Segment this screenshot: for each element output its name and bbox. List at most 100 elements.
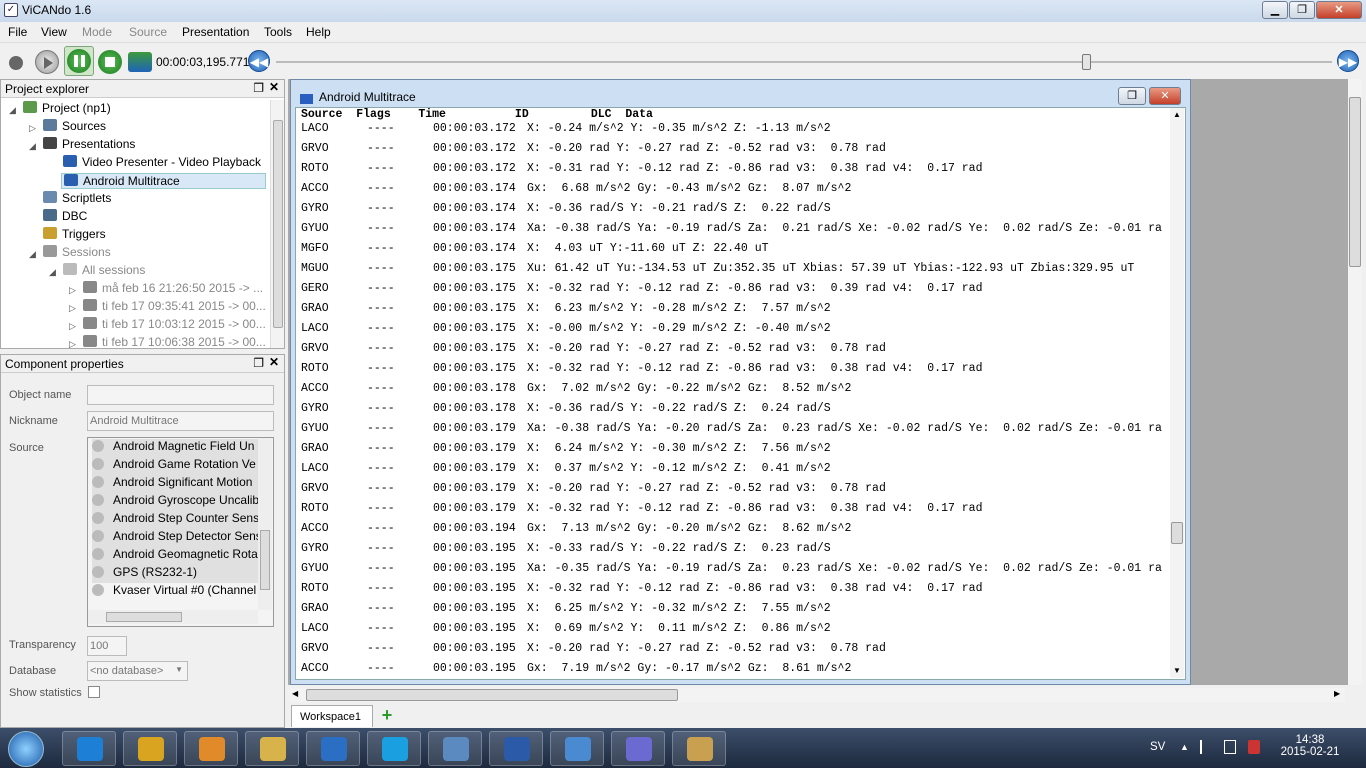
source-list-item[interactable]: Android Magnetic Field Un: [92, 439, 258, 457]
taskbar-button[interactable]: [245, 731, 299, 766]
scroll-down-icon[interactable]: ▼: [1173, 666, 1181, 675]
trace-row[interactable]: GRVO ---- 00:00:03.179 X: -0.20 rad Y: -0.2…: [301, 482, 1169, 502]
show-statistics-checkbox[interactable]: [88, 686, 100, 698]
trace-row[interactable]: GRAO ---- 00:00:03.195 X: 6.25 m/s^2 Y: -0.…: [301, 602, 1169, 622]
timeline-slider[interactable]: [276, 61, 1332, 63]
trace-row[interactable]: GYUO ---- 00:00:03.179 Xa: -0.38 rad/S Ya: …: [301, 422, 1169, 442]
float-icon[interactable]: ❐: [253, 81, 264, 95]
tree-expander[interactable]: ◢: [9, 105, 16, 116]
scroll-up-icon[interactable]: ▲: [1173, 110, 1181, 119]
minimize-button[interactable]: ▁: [1262, 1, 1288, 19]
taskbar-button[interactable]: [62, 731, 116, 766]
source-list-item[interactable]: Android Step Counter Sens: [92, 511, 258, 529]
tab-workspace1[interactable]: Workspace1: [291, 705, 373, 727]
source-list-item[interactable]: Android Geomagnetic Rota: [92, 547, 258, 565]
object-name-field[interactable]: [87, 385, 274, 405]
start-button[interactable]: [8, 731, 44, 767]
maximize-button[interactable]: ❐: [1289, 1, 1315, 19]
workspace-vertical-scrollbar[interactable]: [1348, 79, 1362, 685]
tray-expand-icon[interactable]: ▲: [1180, 742, 1189, 752]
close-button[interactable]: ✕: [1316, 1, 1362, 19]
tree-expander[interactable]: ▷: [69, 303, 76, 314]
trace-row[interactable]: LACO ---- 00:00:03.175 X: -0.00 m/s^2 Y: -0…: [301, 322, 1169, 342]
scrollbar-thumb[interactable]: [106, 612, 182, 622]
tree-item[interactable]: DBC: [43, 209, 87, 223]
trace-row[interactable]: LACO ---- 00:00:03.179 X: 0.37 m/s^2 Y: -0.…: [301, 462, 1169, 482]
tree-item[interactable]: Scriptlets: [43, 191, 111, 205]
close-icon[interactable]: ✕: [269, 80, 279, 94]
taskbar-button[interactable]: [306, 731, 360, 766]
source-list[interactable]: Android Magnetic Field Un Android Game Ro…: [87, 437, 274, 627]
fast-forward-button[interactable]: ▶▶: [1337, 50, 1359, 72]
flag-icon[interactable]: [1200, 740, 1212, 754]
tree-item[interactable]: ti feb 17 10:06:38 2015 -> 00...: [83, 335, 266, 349]
trace-row[interactable]: LACO ---- 00:00:03.172 X: -0.24 m/s^2 Y: -0…: [301, 122, 1169, 142]
trace-row[interactable]: GYRO ---- 00:00:03.174 X: -0.36 rad/S Y: -0…: [301, 202, 1169, 222]
tree-item[interactable]: ti feb 17 09:35:41 2015 -> 00...: [83, 299, 266, 313]
workspace-horizontal-scrollbar[interactable]: ◀ ▶: [290, 688, 1345, 702]
menu-tools[interactable]: Tools: [264, 25, 292, 39]
menu-help[interactable]: Help: [306, 25, 331, 39]
mdi-restore-button[interactable]: ❐: [1118, 87, 1146, 105]
tree-expander[interactable]: ▷: [69, 339, 76, 350]
scrollbar-thumb[interactable]: [260, 530, 270, 590]
scroll-right-icon[interactable]: ▶: [1334, 689, 1340, 698]
trace-row[interactable]: ROTO ---- 00:00:03.175 X: -0.32 rad Y: -0.1…: [301, 362, 1169, 382]
taskbar-button[interactable]: [672, 731, 726, 766]
nickname-field[interactable]: Android Multitrace: [87, 411, 274, 431]
taskbar-button[interactable]: [367, 731, 421, 766]
tree-item[interactable]: Video Presenter - Video Playback: [63, 155, 261, 169]
tree-item[interactable]: Sources: [43, 119, 106, 133]
database-dropdown[interactable]: <no database> ▼: [87, 661, 188, 681]
menu-view[interactable]: View: [41, 25, 67, 39]
trace-row[interactable]: GYUO ---- 00:00:03.195 Xa: -0.35 rad/S Ya: …: [301, 562, 1169, 582]
trace-row[interactable]: ACCO ---- 00:00:03.195 Gx: 7.19 m/s^2 Gy: -…: [301, 662, 1169, 682]
loop-icon[interactable]: [128, 52, 152, 72]
trace-row[interactable]: ACCO ---- 00:00:03.174 Gx: 6.68 m/s^2 Gy: -…: [301, 182, 1169, 202]
trace-row[interactable]: GYRO ---- 00:00:03.195 X: -0.33 rad/S Y: -0…: [301, 542, 1169, 562]
taskbar-button[interactable]: [611, 731, 665, 766]
transparency-spinbox[interactable]: 100: [87, 636, 127, 656]
trace-row[interactable]: GERO ---- 00:00:03.175 X: -0.32 rad Y: -0.1…: [301, 282, 1169, 302]
close-icon[interactable]: ✕: [269, 355, 279, 369]
trace-row[interactable]: LACO ---- 00:00:03.195 X: 0.69 m/s^2 Y: 0.1…: [301, 622, 1169, 642]
rewind-button[interactable]: ◀◀: [248, 50, 270, 72]
tree-item[interactable]: Triggers: [43, 227, 106, 241]
source-list-item[interactable]: Android Significant Motion: [92, 475, 258, 493]
add-workspace-icon[interactable]: +: [376, 706, 398, 725]
trace-row[interactable]: ACCO ---- 00:00:03.194 Gx: 7.13 m/s^2 Gy: -…: [301, 522, 1169, 542]
timeline-thumb[interactable]: [1082, 54, 1091, 70]
tree-item[interactable]: All sessions: [63, 263, 145, 277]
trace-row[interactable]: GRVO ---- 00:00:03.195 X: -0.20 rad Y: -0.2…: [301, 642, 1169, 662]
volume-muted-icon[interactable]: [1248, 740, 1260, 754]
tree-item[interactable]: ti feb 17 10:03:12 2015 -> 00...: [83, 317, 266, 331]
tree-item[interactable]: Sessions: [43, 245, 111, 259]
menu-file[interactable]: File: [8, 25, 27, 39]
tree-expander[interactable]: ▷: [69, 285, 76, 296]
language-indicator[interactable]: SV: [1150, 741, 1165, 753]
scrollbar-thumb[interactable]: [306, 689, 678, 701]
source-list-item[interactable]: GPS (RS232-1): [92, 565, 258, 583]
trace-row[interactable]: MGUO ---- 00:00:03.175 Xu: 61.42 uT Yu:-134…: [301, 262, 1169, 282]
scrollbar-thumb[interactable]: [1171, 522, 1183, 544]
scrollbar-thumb[interactable]: [273, 120, 283, 328]
source-list-item[interactable]: Kvaser Virtual #0 (Channel 0: [92, 583, 258, 601]
trace-row[interactable]: GRAO ---- 00:00:03.175 X: 6.23 m/s^2 Y: -0.…: [301, 302, 1169, 322]
scrollbar-thumb[interactable]: [1349, 97, 1361, 267]
record-icon[interactable]: [9, 56, 23, 70]
taskbar-button[interactable]: [428, 731, 482, 766]
tree-expander[interactable]: ◢: [49, 267, 56, 278]
tree-expander[interactable]: ▷: [69, 321, 76, 332]
trace-view[interactable]: Source Flags Time ID DLC Data LACO ---- 00…: [295, 107, 1186, 680]
taskbar-button[interactable]: [550, 731, 604, 766]
trace-row[interactable]: ROTO ---- 00:00:03.179 X: -0.32 rad Y: -0.1…: [301, 502, 1169, 522]
trace-row[interactable]: ACCO ---- 00:00:03.178 Gx: 7.02 m/s^2 Gy: -…: [301, 382, 1169, 402]
trace-row[interactable]: MGFO ---- 00:00:03.174 X: 4.03 uT Y:-11.60 …: [301, 242, 1169, 262]
scroll-left-icon[interactable]: ◀: [292, 689, 298, 698]
source-list-vscroll[interactable]: [258, 438, 272, 610]
source-list-hscroll[interactable]: [88, 610, 258, 624]
menu-source[interactable]: Source: [129, 25, 167, 39]
source-list-item[interactable]: Android Step Detector Sens: [92, 529, 258, 547]
trace-row[interactable]: GYRO ---- 00:00:03.178 X: -0.36 rad/S Y: -0…: [301, 402, 1169, 422]
tree-expander[interactable]: ▷: [29, 123, 36, 134]
